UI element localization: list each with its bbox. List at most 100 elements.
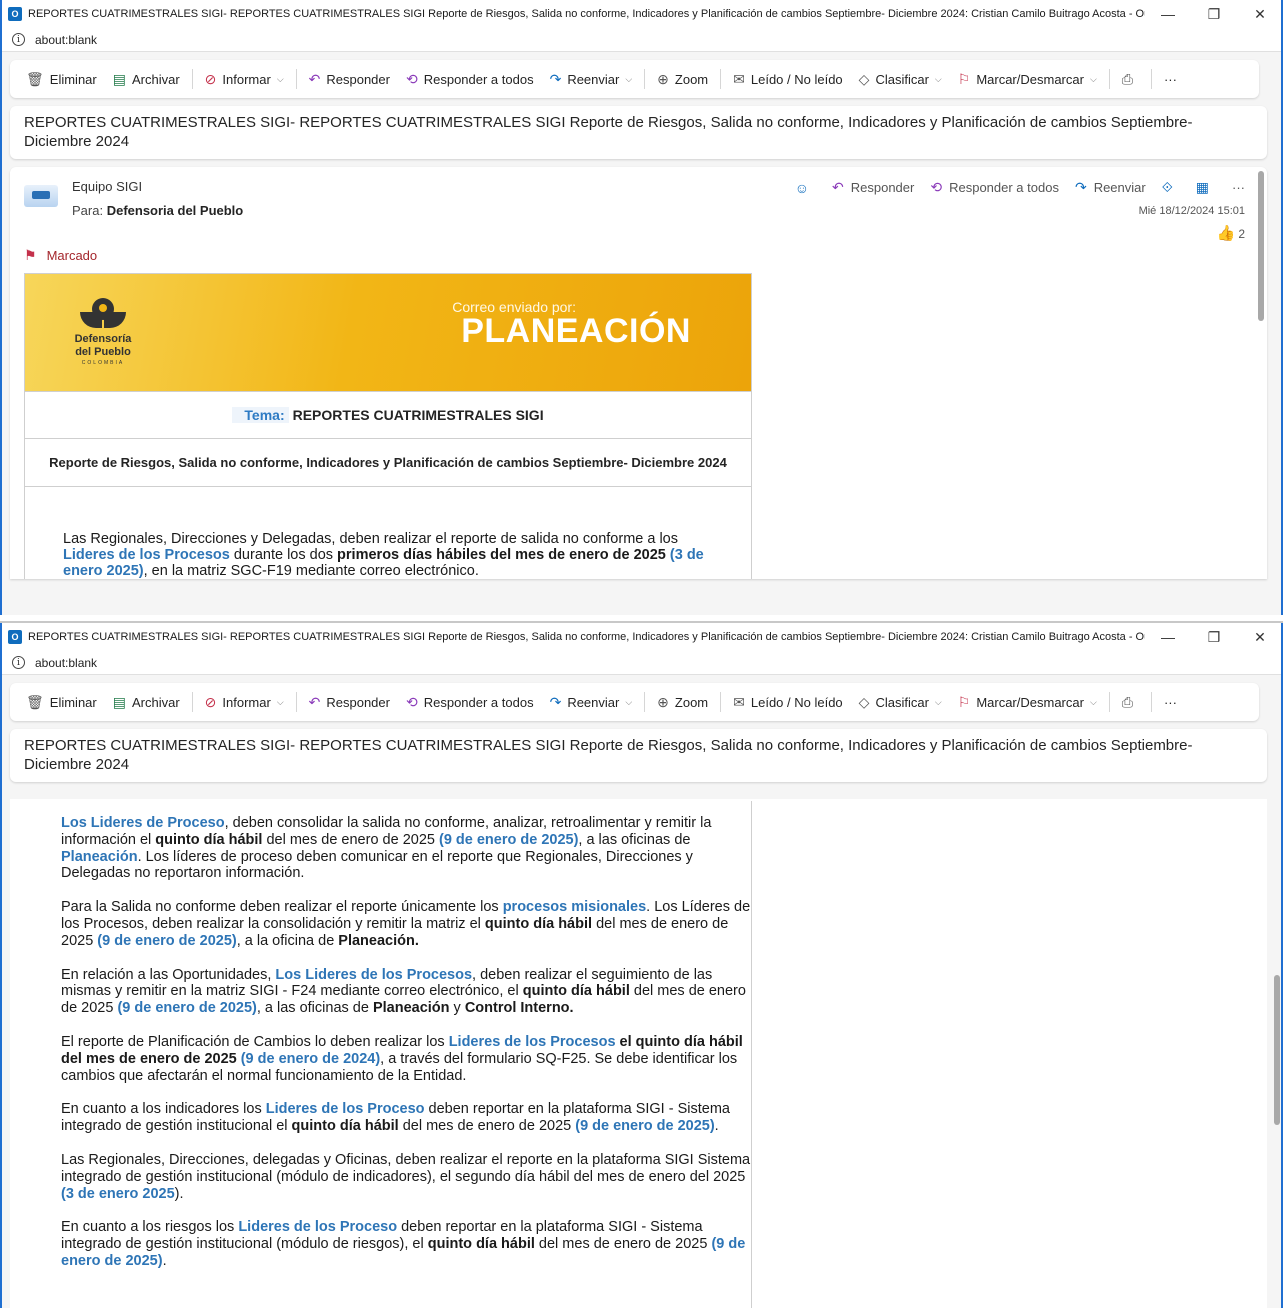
- reply-all-icon: ⟲: [930, 179, 943, 195]
- categorize-button[interactable]: ◇ Clasificar ⌵: [851, 60, 950, 98]
- more-actions-button[interactable]: ···: [1156, 683, 1185, 721]
- body-paragraph-0: Las Regionales, Direcciones y Delegadas,…: [25, 487, 751, 579]
- read-unread-button[interactable]: ✉ Leído / No leído: [725, 60, 851, 98]
- text-span: , en la matriz SGC-F19 mediante correo e…: [143, 563, 479, 579]
- archive-button[interactable]: ▤ Archivar: [105, 60, 188, 98]
- email-body-continued: Los Lideres de Proceso, deben consolidar…: [12, 801, 752, 1308]
- apps-button[interactable]: ▦: [1188, 179, 1224, 196]
- reply-all-label: Responder a todos: [423, 71, 534, 87]
- more-actions-button[interactable]: ···: [1156, 60, 1185, 98]
- toolbar-divider: [1150, 692, 1152, 712]
- toolbar-divider: [191, 69, 193, 89]
- chevron-down-icon: ⌵: [276, 73, 284, 84]
- reaction-badge[interactable]: 👍 2: [1217, 224, 1245, 242]
- more-message-actions-button[interactable]: ···: [1224, 180, 1253, 195]
- shield-alert-icon: ⊘: [204, 70, 217, 87]
- reply-all-button[interactable]: ⟲ Responder a todos: [398, 60, 542, 98]
- categorize-label: Clasificar: [875, 694, 929, 710]
- close-button[interactable]: ✕: [1237, 6, 1283, 23]
- address-bar: i about:blank: [0, 28, 1283, 52]
- subject-header: REPORTES CUATRIMESTRALES SIGI- REPORTES …: [10, 729, 1267, 782]
- minimize-button[interactable]: —: [1145, 6, 1191, 22]
- to-label: Para:: [72, 203, 104, 218]
- text-span: Lideres de los Proceso: [238, 1219, 398, 1236]
- loop-button[interactable]: ⟐: [1154, 179, 1188, 196]
- zoom-button[interactable]: ⊕ Zoom: [649, 60, 716, 98]
- body-paragraph-2: Para la Salida no conforme deben realiza…: [61, 899, 751, 949]
- chevron-down-icon: ⌵: [1089, 696, 1097, 707]
- chevron-down-icon: ⌵: [625, 73, 633, 84]
- forward-inline-button[interactable]: ↷ Reenviar: [1067, 179, 1154, 196]
- reply-all-button[interactable]: ⟲ Responder a todos: [398, 683, 542, 721]
- sender-name[interactable]: Equipo SIGI: [72, 179, 243, 194]
- archive-icon: ▤: [112, 70, 126, 87]
- read-unread-label: Leído / No leído: [750, 71, 843, 87]
- reply-inline-button[interactable]: ↶ Responder: [824, 179, 922, 196]
- tema-label: Tema:: [232, 407, 289, 423]
- recipient-name[interactable]: Defensoria del Pueblo: [107, 203, 244, 218]
- categorize-button[interactable]: ◇ Clasificar ⌵: [851, 683, 950, 721]
- minimize-button[interactable]: —: [1145, 629, 1191, 645]
- reply-all-inline-button[interactable]: ⟲ Responder a todos: [922, 179, 1067, 196]
- emoji-reaction-button[interactable]: ☺: [787, 180, 824, 196]
- printer-icon: ⎙: [1121, 693, 1133, 710]
- forward-label: Reenviar: [567, 694, 620, 710]
- defensoria-logo-mark: [78, 298, 128, 332]
- message-card: Equipo SIGI Para: Defensoria del Pueblo …: [10, 167, 1267, 579]
- restore-button[interactable]: ❐: [1191, 629, 1237, 646]
- text-span: El reporte de Planificación de Cambios l…: [61, 1033, 449, 1050]
- forward-icon: ↷: [549, 693, 562, 710]
- forward-button[interactable]: ↷ Reenviar ⌵: [542, 683, 641, 721]
- trash-icon: 🗑: [26, 70, 44, 87]
- reply-icon: ↶: [308, 693, 321, 710]
- report-label: Informar: [222, 71, 271, 87]
- archive-label: Archivar: [131, 71, 180, 87]
- text-span: (9 de enero de 2025): [438, 831, 579, 848]
- text-span: En relación a las Oportunidades,: [61, 966, 276, 983]
- info-icon[interactable]: i: [12, 33, 25, 46]
- title-bar: O REPORTES CUATRIMESTRALES SIGI- REPORTE…: [0, 623, 1283, 651]
- text-span: En cuanto a los indicadores los: [61, 1101, 266, 1118]
- chevron-down-icon: ⌵: [934, 696, 942, 707]
- report-button[interactable]: ⊘ Informar ⌵: [197, 60, 292, 98]
- toolbar-divider: [295, 69, 297, 89]
- text-span: (9 de enero de 2025): [575, 1118, 715, 1135]
- defensoria-logo: Defensoría del Pueblo COLOMBIA: [67, 298, 139, 366]
- logo-line1: Defensoría: [74, 333, 132, 345]
- delete-label: Eliminar: [49, 694, 97, 710]
- reply-icon: ↶: [832, 179, 844, 195]
- info-icon[interactable]: i: [12, 656, 25, 669]
- report-subtitle: Reporte de Riesgos, Salida no conforme, …: [25, 439, 751, 487]
- archive-button[interactable]: ▤ Archivar: [105, 683, 188, 721]
- print-button[interactable]: ⎙: [1114, 683, 1147, 721]
- read-unread-button[interactable]: ✉ Leído / No leído: [725, 683, 851, 721]
- text-span: procesos misionales: [502, 899, 647, 916]
- close-button[interactable]: ✕: [1237, 629, 1283, 646]
- delete-label: Eliminar: [49, 71, 97, 87]
- flag-button[interactable]: ⚐ Marcar/Desmarcar ⌵: [950, 683, 1105, 721]
- reply-button[interactable]: ↶ Responder: [301, 60, 398, 98]
- flag-status-label: Marcado: [46, 247, 98, 263]
- zoom-button[interactable]: ⊕ Zoom: [649, 683, 716, 721]
- scrollbar-thumb[interactable]: [1274, 975, 1280, 1125]
- restore-button[interactable]: ❐: [1191, 6, 1237, 23]
- shield-alert-icon: ⊘: [204, 693, 217, 710]
- delete-button[interactable]: 🗑 Eliminar: [18, 60, 105, 98]
- text-span: (3 de enero 2025: [61, 1185, 175, 1202]
- text-span: quinto día hábil: [427, 1236, 535, 1253]
- forward-button[interactable]: ↷ Reenviar ⌵: [542, 60, 641, 98]
- chevron-down-icon: ⌵: [1089, 73, 1097, 84]
- tag-icon: ◇: [858, 70, 870, 87]
- text-span: quinto día hábil: [155, 831, 263, 848]
- chevron-down-icon: ⌵: [934, 73, 942, 84]
- avatar[interactable]: [24, 185, 58, 207]
- reply-button[interactable]: ↶ Responder: [301, 683, 398, 721]
- message-toolbar: 🗑 Eliminar ▤ Archivar ⊘ Informar ⌵ ↶ Responde…: [10, 60, 1259, 98]
- text-span: del mes de enero de 2025: [398, 1118, 576, 1135]
- report-button[interactable]: ⊘ Informar ⌵: [197, 683, 292, 721]
- delete-button[interactable]: 🗑 Eliminar: [18, 683, 105, 721]
- print-button[interactable]: ⎙: [1114, 60, 1147, 98]
- scrollbar-thumb[interactable]: [1258, 171, 1264, 321]
- flag-button[interactable]: ⚐ Marcar/Desmarcar ⌵: [950, 60, 1105, 98]
- forward-inline-label: Reenviar: [1093, 180, 1146, 195]
